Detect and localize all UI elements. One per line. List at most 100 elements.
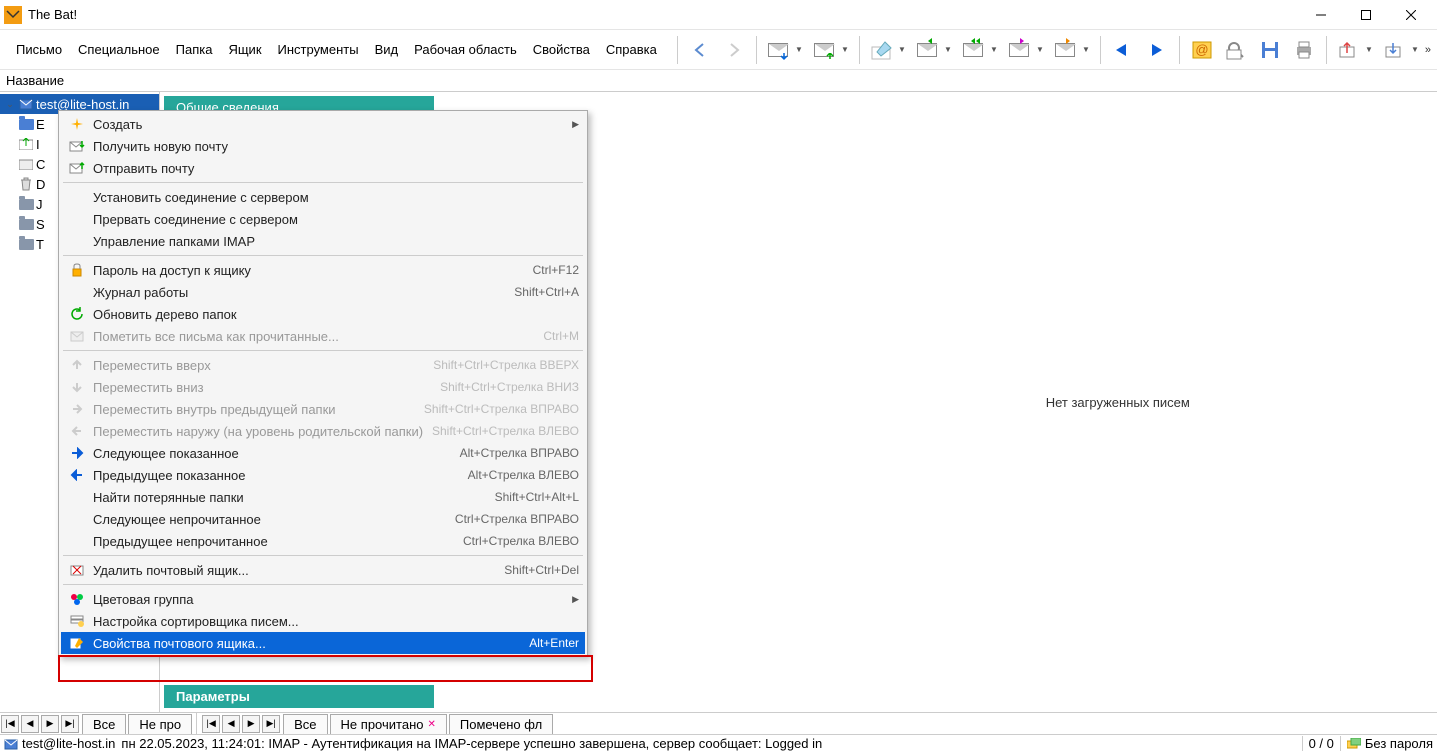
close-button[interactable] — [1388, 0, 1433, 30]
tab-right-all[interactable]: Все — [283, 714, 327, 734]
ctx-item[interactable]: Настройка сортировщика писем... — [61, 610, 585, 632]
menu-view[interactable]: Вид — [367, 38, 407, 61]
save-button[interactable] — [1254, 34, 1286, 66]
tab-left-all[interactable]: Все — [82, 714, 126, 734]
ctx-separator — [63, 182, 583, 183]
nav-fwd-button[interactable] — [718, 34, 750, 66]
ctx-item[interactable]: Следующее непрочитанноеCtrl+Стрелка ВПРА… — [61, 508, 585, 530]
menu-pismo[interactable]: Письмо — [8, 38, 70, 61]
ctx-shortcut: Shift+Ctrl+Стрелка ВПРАВО — [424, 402, 579, 416]
compose-button[interactable]: ▼ — [866, 34, 910, 66]
ctx-item[interactable]: Установить соединение с сервером — [61, 186, 585, 208]
tab-close-icon[interactable]: ✕ — [427, 719, 435, 730]
ctx-shortcut: Ctrl+Стрелка ВЛЕВО — [463, 534, 579, 548]
prev-button[interactable] — [1107, 34, 1139, 66]
column-resize[interactable] — [1433, 70, 1437, 91]
ctx-item[interactable]: Управление папками IMAP — [61, 230, 585, 252]
props-icon — [67, 635, 87, 651]
maximize-button[interactable] — [1343, 0, 1388, 30]
tab-nav-first-r[interactable]: |◀ — [202, 715, 220, 733]
print-button[interactable] — [1288, 34, 1320, 66]
blank-icon — [67, 211, 87, 227]
blank-icon — [67, 233, 87, 249]
next-button[interactable] — [1141, 34, 1173, 66]
tab-nav-prev-r[interactable]: ◀ — [222, 715, 240, 733]
ctx-shortcut: Shift+Ctrl+A — [514, 285, 579, 299]
ctx-item[interactable]: Пароль на доступ к ящикуCtrl+F12 — [61, 259, 585, 281]
search-button[interactable] — [1220, 34, 1252, 66]
ctx-item[interactable]: Найти потерянные папкиShift+Ctrl+Alt+L — [61, 486, 585, 508]
ctx-item-label: Установить соединение с сервером — [93, 190, 579, 205]
ctx-item[interactable]: Журнал работыShift+Ctrl+A — [61, 281, 585, 303]
tab-left-unread[interactable]: Не про — [128, 714, 192, 734]
reply-button[interactable]: ▼ — [912, 34, 956, 66]
menu-properties[interactable]: Свойства — [525, 38, 598, 61]
menu-tools[interactable]: Инструменты — [270, 38, 367, 61]
ctx-separator — [63, 555, 583, 556]
lock-icon — [67, 262, 87, 278]
arrow-down-icon — [67, 379, 87, 395]
app-title: The Bat! — [28, 7, 1298, 22]
ctx-item-label: Удалить почтовый ящик... — [93, 563, 504, 578]
tree-expand-icon[interactable]: ⌄ — [4, 99, 16, 110]
addressbook-button[interactable]: @ — [1186, 34, 1218, 66]
submenu-arrow-icon: ▶ — [572, 119, 579, 130]
menu-box[interactable]: Ящик — [220, 38, 269, 61]
ctx-item-label: Предыдущее показанное — [93, 468, 468, 483]
folder-icon — [18, 196, 34, 212]
blank-icon — [67, 284, 87, 300]
ctx-item[interactable]: Отправить почту — [61, 157, 585, 179]
ctx-item[interactable]: Прервать соединение с сервером — [61, 208, 585, 230]
outbox-icon — [18, 136, 34, 152]
menu-workspace[interactable]: Рабочая область — [406, 38, 525, 61]
ctx-shortcut: Shift+Ctrl+Стрелка ВВЕРХ — [433, 358, 579, 372]
ctx-shortcut: Ctrl+Стрелка ВПРАВО — [455, 512, 579, 526]
column-header[interactable]: Название — [0, 70, 1437, 92]
ctx-item-label: Переместить вверх — [93, 358, 433, 373]
minimize-button[interactable] — [1298, 0, 1343, 30]
ctx-item: Переместить вверхShift+Ctrl+Стрелка ВВЕР… — [61, 354, 585, 376]
toolbar-overflow[interactable]: » — [1425, 44, 1431, 56]
ctx-item[interactable]: Удалить почтовый ящик...Shift+Ctrl+Del — [61, 559, 585, 581]
ctx-item[interactable]: Предыдущее непрочитанноеCtrl+Стрелка ВЛЕ… — [61, 530, 585, 552]
tab-nav-first[interactable]: |◀ — [1, 715, 19, 733]
tab-right-flagged[interactable]: Помечено фл — [449, 714, 553, 734]
ctx-shortcut: Shift+Ctrl+Стрелка ВНИЗ — [440, 380, 579, 394]
receive-mail-button[interactable]: ▼ — [763, 34, 807, 66]
ctx-item-label: Следующее непрочитанное — [93, 512, 455, 527]
ctx-item[interactable]: Следующее показанноеAlt+Стрелка ВПРАВО — [61, 442, 585, 464]
tab-nav-next[interactable]: ▶ — [41, 715, 59, 733]
menu-help[interactable]: Справка — [598, 38, 665, 61]
nav-back-button[interactable] — [684, 34, 716, 66]
tab-nav-next-r[interactable]: ▶ — [242, 715, 260, 733]
ctx-item[interactable]: Создать▶ — [61, 113, 585, 135]
send-mail-button[interactable]: ▼ — [809, 34, 853, 66]
menu-special[interactable]: Специальное — [70, 38, 168, 61]
params-tab[interactable]: Параметры — [164, 685, 434, 708]
tab-nav-last-r[interactable]: ▶| — [262, 715, 280, 733]
sent-icon — [18, 156, 34, 172]
ctx-item-label: Пароль на доступ к ящику — [93, 263, 533, 278]
svg-text:@: @ — [1195, 42, 1208, 57]
forward-button[interactable]: ▼ — [1004, 34, 1048, 66]
redirect-button[interactable]: ▼ — [1050, 34, 1094, 66]
mailbox-icon — [18, 96, 34, 112]
ctx-item: Пометить все письма как прочитанные...Ct… — [61, 325, 585, 347]
ctx-item[interactable]: Цветовая группа▶ — [61, 588, 585, 610]
ctx-item[interactable]: Свойства почтового ящика...Alt+Enter — [61, 632, 585, 654]
tab-right-unread[interactable]: Не прочитано✕ — [330, 714, 447, 734]
import-button[interactable]: ▼ — [1379, 34, 1423, 66]
tab-nav-last[interactable]: ▶| — [61, 715, 79, 733]
export-button[interactable]: ▼ — [1333, 34, 1377, 66]
menu-folder[interactable]: Папка — [168, 38, 221, 61]
arrow-up-icon — [67, 357, 87, 373]
mail-up-icon — [67, 160, 87, 176]
ctx-item[interactable]: Предыдущее показанноеAlt+Стрелка ВЛЕВО — [61, 464, 585, 486]
column-name: Название — [6, 73, 64, 88]
reply-all-button[interactable]: ▼ — [958, 34, 1002, 66]
status-count: 0 / 0 — [1302, 736, 1334, 751]
ctx-item[interactable]: Получить новую почту — [61, 135, 585, 157]
tab-nav-prev[interactable]: ◀ — [21, 715, 39, 733]
ctx-shortcut: Shift+Ctrl+Alt+L — [495, 490, 579, 504]
ctx-item[interactable]: Обновить дерево папок — [61, 303, 585, 325]
